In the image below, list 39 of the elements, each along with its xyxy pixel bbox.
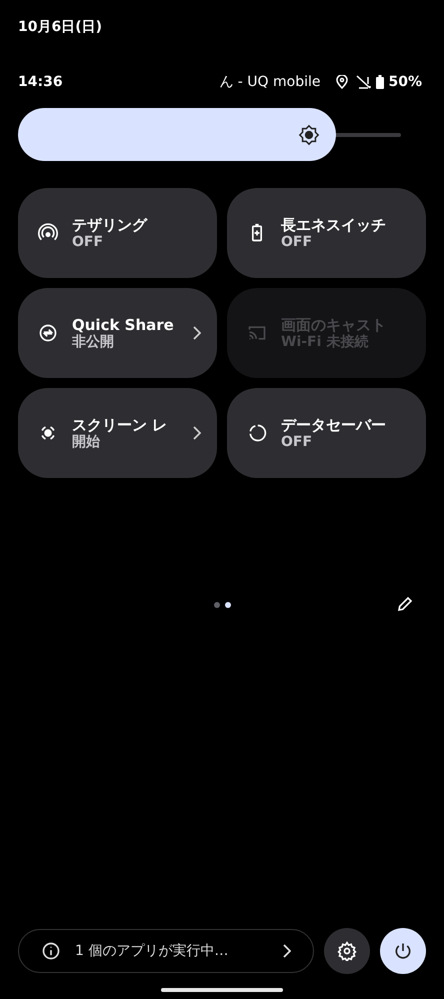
- clock-text: 14:36: [18, 74, 63, 90]
- data-saver-icon: [247, 423, 267, 443]
- share-icon: [38, 323, 58, 343]
- page-dot[interactable]: [224, 602, 230, 608]
- tile-title: データセーバー: [281, 416, 387, 434]
- quick-settings-tile[interactable]: スクリーン レ 開始: [18, 388, 217, 478]
- running-apps-button[interactable]: 1 個のアプリが実行中…: [18, 929, 314, 973]
- quick-settings-tile[interactable]: Quick Share 非公開: [18, 288, 217, 378]
- battery-icon: [376, 75, 384, 89]
- power-icon: [393, 941, 413, 961]
- tile-status: OFF: [72, 234, 104, 250]
- tile-title: 長エネスイッチ: [281, 216, 387, 234]
- quick-settings-tile[interactable]: 長エネスイッチ OFF: [227, 188, 426, 278]
- tile-status: OFF: [281, 434, 314, 450]
- quick-settings-tile[interactable]: テザリング OFF: [18, 188, 217, 278]
- settings-button[interactable]: [324, 928, 370, 974]
- hotspot-icon: [38, 223, 58, 243]
- tile-status: 非公開: [72, 334, 115, 350]
- tile-title: Quick Share: [72, 316, 175, 334]
- brightness-slider[interactable]: [18, 108, 401, 161]
- tile-status: Wi-Fi 未接続: [281, 334, 370, 350]
- carrier-text: ん - UQ mobile: [219, 73, 320, 91]
- date-text: 10月6日(日): [18, 18, 102, 36]
- brightness-icon: [298, 124, 320, 146]
- tile-status: 開始: [72, 434, 101, 450]
- no-signal-icon: [356, 75, 372, 89]
- edit-icon[interactable]: [396, 595, 414, 613]
- chevron-icon: [283, 944, 291, 958]
- info-icon: [41, 941, 61, 961]
- tile-title: スクリーン レ: [72, 416, 168, 434]
- quick-settings-tile[interactable]: データセーバー OFF: [227, 388, 426, 478]
- tile-status: OFF: [281, 234, 314, 250]
- settings-icon: [337, 941, 357, 961]
- location-icon: [336, 75, 348, 89]
- power-button[interactable]: [380, 928, 426, 974]
- tile-title: テザリング: [72, 216, 148, 234]
- tile-title: 画面のキャスト: [281, 316, 387, 334]
- page-dot[interactable]: [214, 602, 220, 608]
- battery-text: 50%: [388, 74, 422, 90]
